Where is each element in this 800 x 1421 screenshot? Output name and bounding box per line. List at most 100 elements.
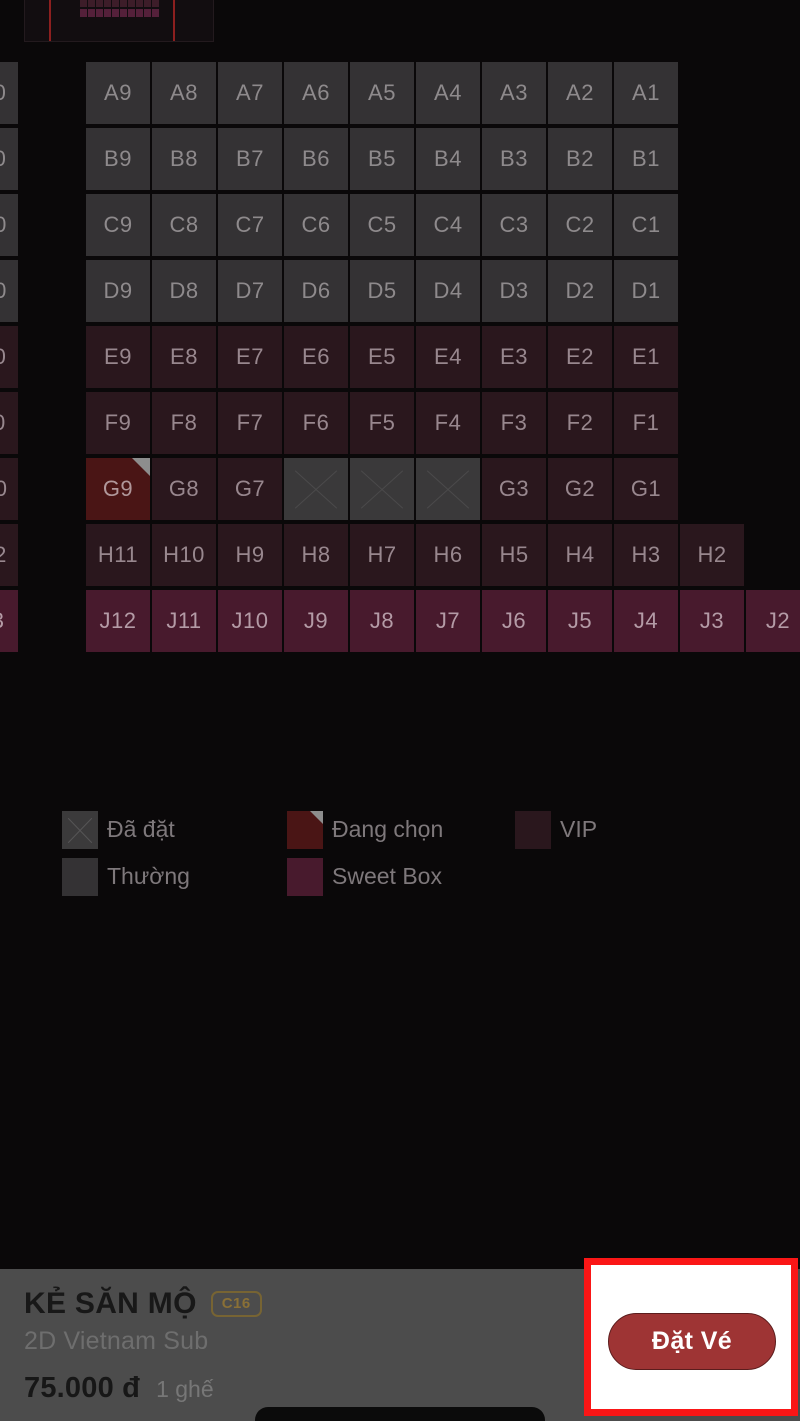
seat-d2[interactable]: D2 xyxy=(548,260,612,322)
seat-a7[interactable]: A7 xyxy=(218,62,282,124)
seat-g10[interactable]: G10 xyxy=(0,458,18,520)
seat-j11[interactable]: J11 xyxy=(152,590,216,652)
seat-f8[interactable]: F8 xyxy=(152,392,216,454)
seat-f1[interactable]: F1 xyxy=(614,392,678,454)
seat-b7[interactable]: B7 xyxy=(218,128,282,190)
seat-j13[interactable]: J13 xyxy=(0,590,18,652)
seat-g9[interactable]: G9 xyxy=(86,458,150,520)
seat-h12[interactable]: H12 xyxy=(0,524,18,586)
seat-d7[interactable]: D7 xyxy=(218,260,282,322)
seat-e6[interactable]: E6 xyxy=(284,326,348,388)
seat-d4[interactable]: D4 xyxy=(416,260,480,322)
seat-g8[interactable]: G8 xyxy=(152,458,216,520)
seat-a8[interactable]: A8 xyxy=(152,62,216,124)
seat-h2[interactable]: H2 xyxy=(680,524,744,586)
seat-d9[interactable]: D9 xyxy=(86,260,150,322)
seat-d10[interactable]: D10 xyxy=(0,260,18,322)
seat-d8[interactable]: D8 xyxy=(152,260,216,322)
seat-f7[interactable]: F7 xyxy=(218,392,282,454)
seat-j9[interactable]: J9 xyxy=(284,590,348,652)
seat-h6[interactable]: H6 xyxy=(416,524,480,586)
seat-c6[interactable]: C6 xyxy=(284,194,348,256)
seat-e5[interactable]: E5 xyxy=(350,326,414,388)
seat-g2[interactable]: G2 xyxy=(548,458,612,520)
seat-f3[interactable]: F3 xyxy=(482,392,546,454)
seat-c3[interactable]: C3 xyxy=(482,194,546,256)
seat-a1[interactable]: A1 xyxy=(614,62,678,124)
seat-j8[interactable]: J8 xyxy=(350,590,414,652)
seat-gap xyxy=(20,260,84,322)
seat-h7[interactable]: H7 xyxy=(350,524,414,586)
seat-g7[interactable]: G7 xyxy=(218,458,282,520)
seat-j6[interactable]: J6 xyxy=(482,590,546,652)
seat-a2[interactable]: A2 xyxy=(548,62,612,124)
seat-e1[interactable]: E1 xyxy=(614,326,678,388)
seat-j10[interactable]: J10 xyxy=(218,590,282,652)
seat-b6[interactable]: B6 xyxy=(284,128,348,190)
seat-c7[interactable]: C7 xyxy=(218,194,282,256)
seat-h4[interactable]: H4 xyxy=(548,524,612,586)
seat-e2[interactable]: E2 xyxy=(548,326,612,388)
seat-f6[interactable]: F6 xyxy=(284,392,348,454)
seat-h5[interactable]: H5 xyxy=(482,524,546,586)
seat-h3[interactable]: H3 xyxy=(614,524,678,586)
seat-c1[interactable]: C1 xyxy=(614,194,678,256)
seat-c5[interactable]: C5 xyxy=(350,194,414,256)
seat-a9[interactable]: A9 xyxy=(86,62,150,124)
seat-a6[interactable]: A6 xyxy=(284,62,348,124)
seat-b3[interactable]: B3 xyxy=(482,128,546,190)
seat-j3[interactable]: J3 xyxy=(680,590,744,652)
seat-e7[interactable]: E7 xyxy=(218,326,282,388)
book-ticket-button[interactable]: Đặt Vé xyxy=(608,1313,776,1370)
seat-d5[interactable]: D5 xyxy=(350,260,414,322)
seat-c4[interactable]: C4 xyxy=(416,194,480,256)
seat-gap xyxy=(20,128,84,190)
seat-h9[interactable]: H9 xyxy=(218,524,282,586)
seat-c9[interactable]: C9 xyxy=(86,194,150,256)
seat-map[interactable]: A10 A9A8A7A6A5A4A3A2A1 B10 B9B8B7B6B5B4B3B2… xyxy=(0,62,800,662)
seat-f5[interactable]: F5 xyxy=(350,392,414,454)
seat-g6: G6 xyxy=(284,458,348,520)
seat-g1[interactable]: G1 xyxy=(614,458,678,520)
seat-e3[interactable]: E3 xyxy=(482,326,546,388)
seat-a5[interactable]: A5 xyxy=(350,62,414,124)
seat-d6[interactable]: D6 xyxy=(284,260,348,322)
seat-c2[interactable]: C2 xyxy=(548,194,612,256)
seat-b1[interactable]: B1 xyxy=(614,128,678,190)
seat-c8[interactable]: C8 xyxy=(152,194,216,256)
seat-h10[interactable]: H10 xyxy=(152,524,216,586)
seat-legend: Đã đặt Đang chọn VIP Thường Sweet Box xyxy=(62,806,722,900)
seat-d3[interactable]: D3 xyxy=(482,260,546,322)
seat-a3[interactable]: A3 xyxy=(482,62,546,124)
seat-b4[interactable]: B4 xyxy=(416,128,480,190)
seat-j5[interactable]: J5 xyxy=(548,590,612,652)
seat-b10[interactable]: B10 xyxy=(0,128,18,190)
seat-e10[interactable]: E10 xyxy=(0,326,18,388)
seat-f2[interactable]: F2 xyxy=(548,392,612,454)
seat-e9[interactable]: E9 xyxy=(86,326,150,388)
seat-j2[interactable]: J2 xyxy=(746,590,800,652)
seat-e8[interactable]: E8 xyxy=(152,326,216,388)
seat-j4[interactable]: J4 xyxy=(614,590,678,652)
legend-label-sweet: Sweet Box xyxy=(332,863,442,889)
seat-map-minimap[interactable] xyxy=(24,0,214,42)
seat-h8[interactable]: H8 xyxy=(284,524,348,586)
seat-h11[interactable]: H11 xyxy=(86,524,150,586)
seat-a10[interactable]: A10 xyxy=(0,62,18,124)
seat-f10[interactable]: F10 xyxy=(0,392,18,454)
seat-e4[interactable]: E4 xyxy=(416,326,480,388)
seat-c10[interactable]: C10 xyxy=(0,194,18,256)
seat-j7[interactable]: J7 xyxy=(416,590,480,652)
seat-g3[interactable]: G3 xyxy=(482,458,546,520)
minimap-cell xyxy=(103,9,111,17)
seat-b2[interactable]: B2 xyxy=(548,128,612,190)
seat-a4[interactable]: A4 xyxy=(416,62,480,124)
seat-j12[interactable]: J12 xyxy=(86,590,150,652)
seat-b9[interactable]: B9 xyxy=(86,128,150,190)
seat-b8[interactable]: B8 xyxy=(152,128,216,190)
seat-f9[interactable]: F9 xyxy=(86,392,150,454)
seat-f4[interactable]: F4 xyxy=(416,392,480,454)
legend-swatch-selected xyxy=(287,810,323,849)
seat-b5[interactable]: B5 xyxy=(350,128,414,190)
seat-d1[interactable]: D1 xyxy=(614,260,678,322)
